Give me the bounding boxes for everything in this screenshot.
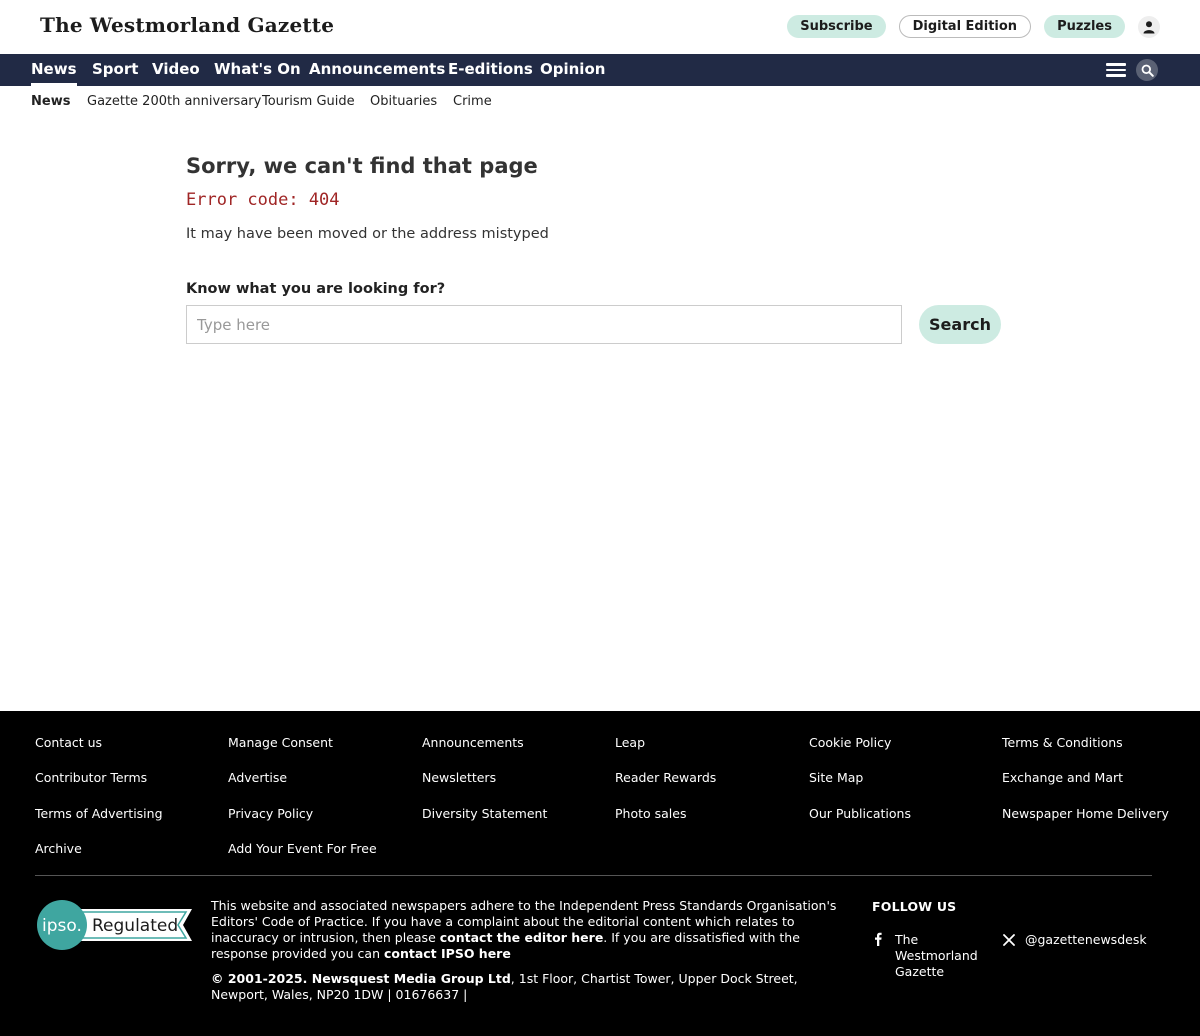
nav-item-e-editions[interactable]: E-editions bbox=[448, 54, 533, 86]
footer-link-add-your-event[interactable]: Add Your Event For Free bbox=[228, 841, 377, 856]
x-link[interactable]: @gazettenewsdesk bbox=[1003, 932, 1147, 947]
site-logo[interactable]: The Westmorland Gazette bbox=[40, 13, 334, 37]
follow-us-heading: FOLLOW US bbox=[872, 899, 957, 914]
footer-link-cookie-policy[interactable]: Cookie Policy bbox=[809, 735, 891, 750]
footer-link-manage-consent[interactable]: Manage Consent bbox=[228, 735, 333, 750]
footer-link-site-map[interactable]: Site Map bbox=[809, 770, 863, 785]
footer-link-contributor-terms[interactable]: Contributor Terms bbox=[35, 770, 147, 785]
copyright-years: © 2001-2025 bbox=[211, 971, 303, 986]
copyright-dot: . bbox=[302, 971, 312, 986]
sub-nav: News Gazette 200th anniversary Tourism G… bbox=[0, 86, 1200, 116]
ipso-short-text: ipso. bbox=[42, 916, 82, 936]
footer-link-terms-conditions[interactable]: Terms & Conditions bbox=[1002, 735, 1123, 750]
footer-link-leap[interactable]: Leap bbox=[615, 735, 645, 750]
footer-link-archive[interactable]: Archive bbox=[35, 841, 82, 856]
footer-link-reader-rewards[interactable]: Reader Rewards bbox=[615, 770, 716, 785]
site-header: The Westmorland Gazette Subscribe Digita… bbox=[0, 0, 1200, 54]
user-icon[interactable] bbox=[1138, 15, 1160, 38]
search-button[interactable]: Search bbox=[919, 305, 1001, 344]
facebook-icon bbox=[875, 932, 882, 946]
nav-item-sport[interactable]: Sport bbox=[92, 54, 138, 86]
search-input[interactable] bbox=[186, 305, 902, 344]
footer-divider bbox=[35, 875, 1152, 876]
nav-item-whats-on[interactable]: What's On bbox=[214, 54, 301, 86]
header-actions: Subscribe Digital Edition Puzzles bbox=[787, 15, 1160, 38]
footer-link-exchange-and-mart[interactable]: Exchange and Mart bbox=[1002, 770, 1123, 785]
copyright: © 2001-2025. Newsquest Media Group Ltd, … bbox=[211, 971, 856, 1003]
ipso-regulated-text: Regulated bbox=[92, 916, 178, 936]
facebook-link-label: The Westmorland Gazette bbox=[895, 932, 978, 979]
facebook-link[interactable]: The Westmorland Gazette bbox=[873, 932, 985, 980]
digital-edition-button[interactable]: Digital Edition bbox=[898, 15, 1032, 38]
error-content: Sorry, we can't find that page Error cod… bbox=[186, 150, 1006, 344]
x-link-label: @gazettenewsdesk bbox=[1025, 932, 1147, 947]
contact-editor-link[interactable]: contact the editor here bbox=[440, 930, 604, 945]
footer-link-home-delivery[interactable]: Newspaper Home Delivery bbox=[1002, 806, 1169, 821]
subnav-item-tourism-guide[interactable]: Tourism Guide bbox=[262, 94, 355, 109]
ipso-statement: This website and associated newspapers a… bbox=[211, 898, 856, 962]
site-footer: Contact us Contributor Terms Terms of Ad… bbox=[0, 711, 1200, 1036]
company-name: Newsquest Media Group Ltd bbox=[311, 971, 511, 986]
error-code: Error code: 404 bbox=[186, 190, 340, 210]
error-description: It may have been moved or the address mi… bbox=[186, 226, 549, 242]
puzzles-button[interactable]: Puzzles bbox=[1044, 15, 1125, 38]
menu-icon[interactable] bbox=[1106, 60, 1126, 80]
contact-ipso-link[interactable]: contact IPSO here bbox=[384, 946, 511, 961]
nav-item-video[interactable]: Video bbox=[152, 54, 200, 86]
nav-tools bbox=[1106, 59, 1158, 81]
subnav-item-obituaries[interactable]: Obituaries bbox=[370, 94, 437, 109]
subscribe-button[interactable]: Subscribe bbox=[787, 15, 886, 38]
footer-link-contact-us[interactable]: Contact us bbox=[35, 735, 102, 750]
main-nav: News Sport Video What's On Announcements… bbox=[0, 54, 1200, 86]
subnav-item-anniversary[interactable]: Gazette 200th anniversary bbox=[87, 94, 261, 109]
subnav-item-crime[interactable]: Crime bbox=[453, 94, 492, 109]
footer-link-privacy-policy[interactable]: Privacy Policy bbox=[228, 806, 313, 821]
ipso-regulated-logo[interactable]: Regulated ipso. bbox=[36, 899, 192, 951]
search-label: Know what you are looking for? bbox=[186, 281, 446, 297]
footer-link-diversity-statement[interactable]: Diversity Statement bbox=[422, 806, 547, 821]
nav-item-announcements[interactable]: Announcements bbox=[309, 54, 445, 86]
footer-link-photo-sales[interactable]: Photo sales bbox=[615, 806, 686, 821]
page-title: Sorry, we can't find that page bbox=[186, 154, 538, 178]
search-icon[interactable] bbox=[1136, 59, 1158, 81]
footer-link-announcements[interactable]: Announcements bbox=[422, 735, 524, 750]
footer-link-advertise[interactable]: Advertise bbox=[228, 770, 287, 785]
footer-link-newsletters[interactable]: Newsletters bbox=[422, 770, 496, 785]
subnav-item-news[interactable]: News bbox=[31, 94, 70, 109]
footer-link-terms-of-advertising[interactable]: Terms of Advertising bbox=[35, 806, 163, 821]
nav-item-news[interactable]: News bbox=[31, 54, 77, 86]
nav-item-opinion[interactable]: Opinion bbox=[540, 54, 605, 86]
footer-link-our-publications[interactable]: Our Publications bbox=[809, 806, 911, 821]
x-icon bbox=[1003, 933, 1015, 946]
